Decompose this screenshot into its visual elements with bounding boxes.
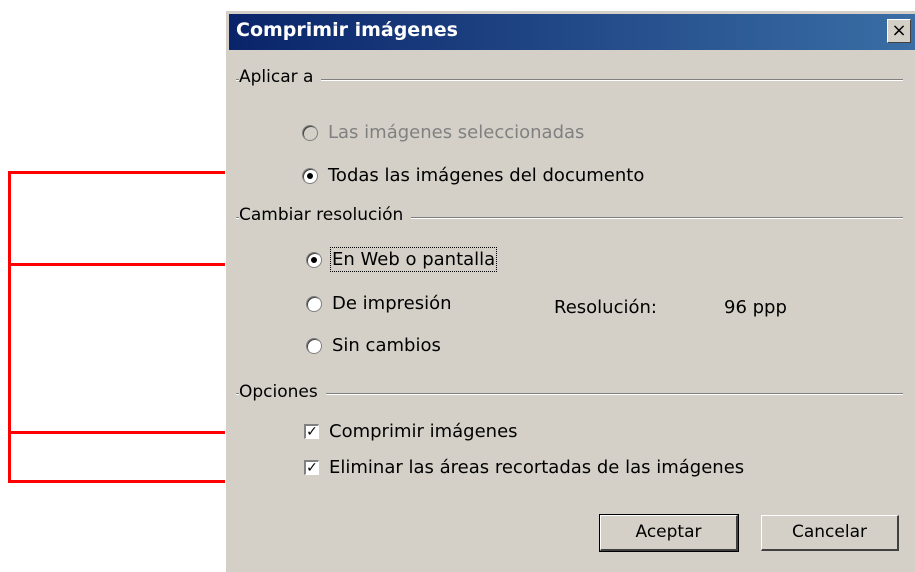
annotation-vertical-line — [8, 172, 11, 482]
radio-web-screen-label: En Web o pantalla — [329, 247, 498, 272]
cancel-button[interactable]: Cancelar — [761, 515, 899, 551]
options-group-label: Opciones — [239, 382, 326, 402]
resolution-value-label: Resolución: — [554, 297, 657, 318]
title-bar[interactable]: Comprimir imágenes × — [229, 14, 915, 50]
radio-print[interactable]: De impresión — [306, 293, 452, 314]
radio-selected-images-label: Las imágenes seleccionadas — [328, 122, 585, 143]
checkbox-delete-cropped[interactable]: ✓ Eliminar las áreas recortadas de las i… — [304, 457, 744, 478]
radio-selected-images[interactable]: Las imágenes seleccionadas — [302, 122, 584, 143]
resolution-group-label: Cambiar resolución — [239, 205, 412, 225]
accept-button[interactable]: Aceptar — [599, 514, 739, 552]
apply-to-group-label: Aplicar a — [239, 67, 322, 87]
close-icon: × — [891, 20, 907, 41]
radio-print-label: De impresión — [332, 293, 452, 314]
checkbox-delete-cropped-box[interactable]: ✓ — [304, 460, 319, 475]
compress-images-dialog: Comprimir imágenes × Aplicar a Las imáge… — [225, 10, 915, 572]
radio-no-change[interactable]: Sin cambios — [306, 335, 441, 356]
radio-all-images[interactable]: Todas las imágenes del documento — [302, 165, 644, 186]
radio-selected-images-button[interactable] — [302, 124, 318, 141]
radio-no-change-button[interactable] — [306, 337, 322, 354]
checkbox-delete-cropped-label: Eliminar las áreas recortadas de las imá… — [329, 457, 745, 478]
checkbox-compress-images-box[interactable]: ✓ — [304, 424, 319, 439]
dialog-title: Comprimir imágenes — [236, 19, 458, 41]
radio-all-images-button[interactable] — [302, 167, 318, 184]
options-group-line — [236, 393, 903, 395]
radio-web-screen[interactable]: En Web o pantalla — [306, 247, 498, 272]
checkbox-compress-images[interactable]: ✓ Comprimir imágenes — [304, 421, 518, 442]
resolution-value: 96 ppp — [724, 297, 787, 318]
apply-to-group-line — [236, 79, 903, 81]
radio-all-images-label: Todas las imágenes del documento — [328, 165, 645, 186]
radio-web-screen-button[interactable] — [306, 251, 322, 268]
close-button[interactable]: × — [887, 19, 911, 43]
radio-print-button[interactable] — [306, 295, 322, 312]
radio-no-change-label: Sin cambios — [332, 335, 441, 356]
checkbox-compress-images-label: Comprimir imágenes — [329, 421, 518, 442]
